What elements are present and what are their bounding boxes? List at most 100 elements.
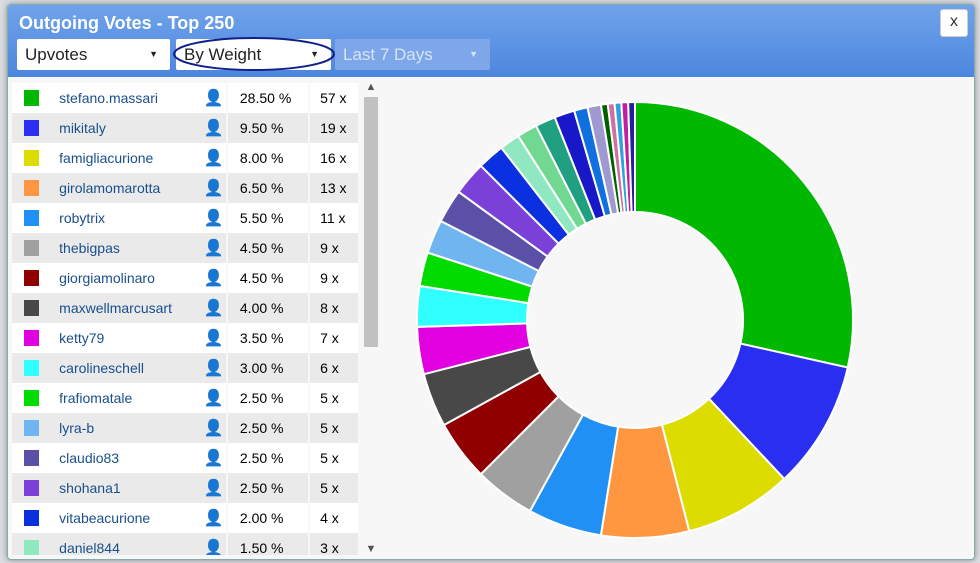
voter-name-link[interactable]: shohana1: [59, 480, 201, 496]
vote-count: 5 x: [308, 413, 358, 443]
color-swatch: [24, 240, 40, 256]
color-swatch: [24, 330, 40, 346]
list-item: mikitaly 👤 9.50 % 19 x: [12, 113, 358, 143]
list-item: maxwellmarcusart 👤 4.00 % 8 x: [12, 293, 358, 323]
vote-percent: 28.50 %: [225, 83, 308, 113]
list-item: lyra-b 👤 2.50 % 5 x: [12, 413, 358, 443]
list-item: vitabeacurione 👤 2.00 % 4 x: [12, 503, 358, 533]
list-item: stefano.massari 👤 28.50 % 57 x: [12, 83, 358, 113]
user-icon[interactable]: 👤: [201, 148, 226, 168]
voter-name-link[interactable]: thebigpas: [59, 240, 201, 256]
list-item: ketty79 👤 3.50 % 7 x: [12, 323, 358, 353]
user-icon[interactable]: 👤: [201, 328, 226, 348]
color-swatch: [24, 120, 40, 136]
vote-count: 6 x: [308, 353, 358, 383]
user-icon[interactable]: 👤: [201, 538, 226, 555]
highlight-circle-annotation: [173, 37, 335, 71]
voter-name-link[interactable]: girolamomarotta: [59, 180, 201, 196]
color-swatch: [24, 450, 40, 466]
vote-count: 3 x: [308, 533, 358, 555]
vote-count: 9 x: [308, 263, 358, 293]
user-icon[interactable]: 👤: [201, 418, 226, 438]
user-icon[interactable]: 👤: [201, 178, 226, 198]
user-icon[interactable]: 👤: [201, 298, 226, 318]
vote-count: 13 x: [308, 173, 358, 203]
user-icon[interactable]: 👤: [201, 358, 226, 378]
color-swatch: [24, 270, 40, 286]
list-item: robytrix 👤 5.50 % 11 x: [12, 203, 358, 233]
vote-percent: 2.50 %: [225, 443, 308, 473]
donut-chart: [384, 79, 970, 557]
voter-name-link[interactable]: vitabeacurione: [59, 510, 201, 526]
vote-percent: 4.50 %: [225, 263, 308, 293]
list-item: thebigpas 👤 4.50 % 9 x: [12, 233, 358, 263]
voter-name-link[interactable]: daniel844: [59, 540, 201, 555]
list-item: claudio83 👤 2.50 % 5 x: [12, 443, 358, 473]
voter-name-link[interactable]: frafiomatale: [59, 390, 201, 406]
voter-name-link[interactable]: ketty79: [59, 330, 201, 346]
user-icon[interactable]: 👤: [201, 478, 226, 498]
vote-percent: 6.50 %: [225, 173, 308, 203]
vote-count: 5 x: [308, 443, 358, 473]
vote-count: 5 x: [308, 473, 358, 503]
voter-name-link[interactable]: robytrix: [59, 210, 201, 226]
voter-name-link[interactable]: giorgiamolinaro: [59, 270, 201, 286]
vote-percent: 1.50 %: [225, 533, 308, 555]
scroll-up-icon[interactable]: ▲: [362, 81, 380, 93]
vote-count: 16 x: [308, 143, 358, 173]
color-swatch: [24, 360, 40, 376]
list-item: giorgiamolinaro 👤 4.50 % 9 x: [12, 263, 358, 293]
period-value: Last 7 Days: [343, 45, 433, 64]
color-swatch: [24, 540, 40, 555]
period-select: Last 7 Days ▼: [335, 39, 490, 70]
sort-select[interactable]: By Weight ▼: [173, 37, 335, 71]
pie-slice[interactable]: [634, 100, 854, 369]
vote-type-value: Upvotes: [25, 45, 88, 64]
voter-name-link[interactable]: lyra-b: [59, 420, 201, 436]
color-swatch: [24, 90, 40, 106]
vote-percent: 4.00 %: [225, 293, 308, 323]
voter-name-link[interactable]: claudio83: [59, 450, 201, 466]
scroll-down-icon[interactable]: ▼: [362, 543, 380, 555]
vote-percent: 2.00 %: [225, 503, 308, 533]
list-item: girolamomarotta 👤 6.50 % 13 x: [12, 173, 358, 203]
voter-name-link[interactable]: maxwellmarcusart: [59, 300, 201, 316]
vote-percent: 2.50 %: [225, 383, 308, 413]
color-swatch: [24, 180, 40, 196]
caret-down-icon: ▼: [469, 49, 478, 59]
voter-name-link[interactable]: famigliacurione: [59, 150, 201, 166]
voter-name-link[interactable]: stefano.massari: [59, 90, 201, 106]
color-swatch: [24, 480, 40, 496]
list-scrollbar[interactable]: ▲ ▼: [362, 81, 380, 555]
color-swatch: [24, 420, 40, 436]
user-icon[interactable]: 👤: [201, 208, 226, 228]
vote-percent: 9.50 %: [225, 113, 308, 143]
user-icon[interactable]: 👤: [201, 388, 226, 408]
close-button[interactable]: x: [940, 9, 968, 37]
outgoing-votes-dialog: Outgoing Votes - Top 250 x Upvotes ▼ By W…: [7, 4, 975, 560]
vote-count: 57 x: [308, 83, 358, 113]
vote-count: 4 x: [308, 503, 358, 533]
list-item: carolineschell 👤 3.00 % 6 x: [12, 353, 358, 383]
voter-name-link[interactable]: carolineschell: [59, 360, 201, 376]
vote-percent: 2.50 %: [225, 473, 308, 503]
color-swatch: [24, 300, 40, 316]
user-icon[interactable]: 👤: [201, 88, 226, 108]
vote-percent: 4.50 %: [225, 233, 308, 263]
vote-percent: 2.50 %: [225, 413, 308, 443]
list-item: frafiomatale 👤 2.50 % 5 x: [12, 383, 358, 413]
scrollbar-thumb[interactable]: [364, 97, 378, 347]
user-icon[interactable]: 👤: [201, 508, 226, 528]
dialog-header: Outgoing Votes - Top 250 x Upvotes ▼ By W…: [8, 5, 974, 77]
vote-percent: 3.00 %: [225, 353, 308, 383]
user-icon[interactable]: 👤: [201, 268, 226, 288]
color-swatch: [24, 390, 40, 406]
vote-type-select[interactable]: Upvotes ▼: [17, 39, 170, 70]
user-icon[interactable]: 👤: [201, 448, 226, 468]
vote-count: 11 x: [308, 203, 358, 233]
voter-name-link[interactable]: mikitaly: [59, 120, 201, 136]
list-item: famigliacurione 👤 8.00 % 16 x: [12, 143, 358, 173]
caret-down-icon: ▼: [149, 49, 158, 59]
user-icon[interactable]: 👤: [201, 118, 226, 138]
user-icon[interactable]: 👤: [201, 238, 226, 258]
